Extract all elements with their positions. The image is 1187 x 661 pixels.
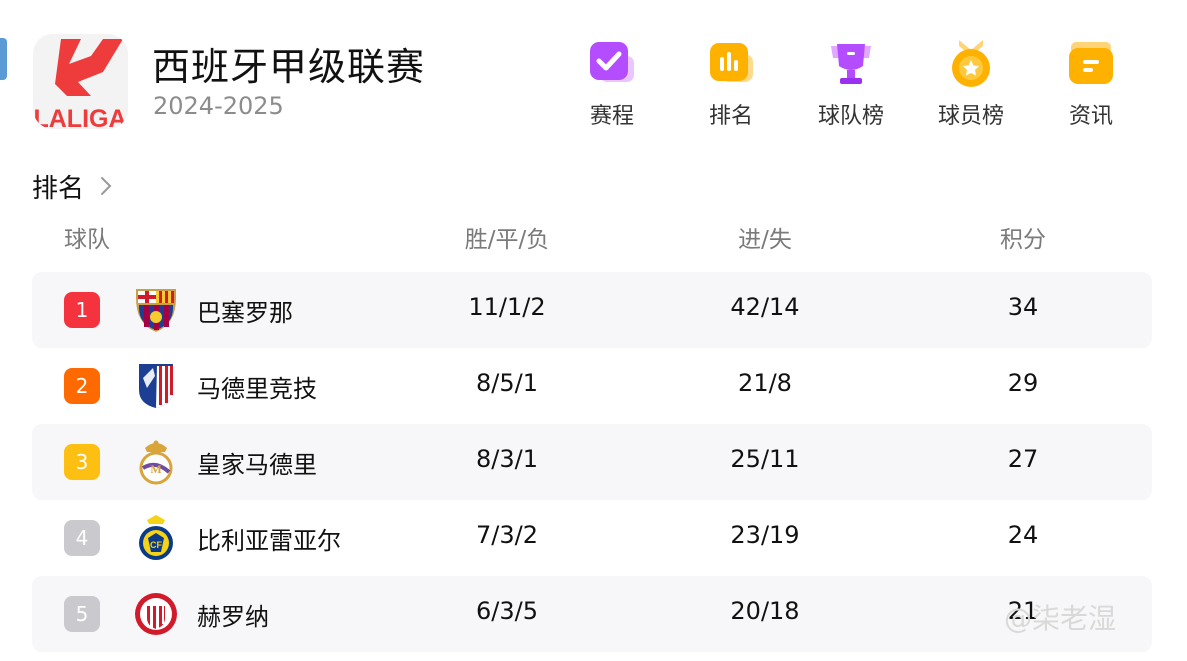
nav-label: 资讯 <box>1068 104 1113 129</box>
svg-text:LALIGA: LALIGA <box>33 105 126 129</box>
atletico-crest-icon <box>139 364 173 408</box>
medal-icon <box>952 40 990 87</box>
record-cell: 11/1/2 <box>468 293 546 321</box>
watermark: @柒老湿 <box>1004 602 1117 635</box>
points-cell: 34 <box>1007 293 1039 321</box>
standings-title[interactable]: 排名 <box>32 168 84 205</box>
svg-text:M: M <box>150 462 161 476</box>
league-season: 2024-2025 <box>153 92 284 120</box>
header-points: 积分 <box>1000 227 1046 253</box>
barcelona-crest-icon <box>136 289 176 332</box>
table-row[interactable]: 5 赫罗纳 6/3/5 20/18 21 <box>32 576 1152 652</box>
points-cell: 29 <box>1007 369 1039 397</box>
goals-cell: 20/18 <box>730 597 800 625</box>
ranking-bars-icon <box>710 43 753 82</box>
table-row[interactable]: 4 CF 比利亚雷亚尔 7/3/2 23/19 24 <box>32 500 1152 576</box>
rank-badge: 2 <box>64 368 100 404</box>
goals-cell: 25/11 <box>730 445 800 473</box>
record-cell: 6/3/5 <box>476 597 538 625</box>
goals-cell: 21/8 <box>738 369 792 397</box>
chevron-right-icon[interactable] <box>98 174 114 198</box>
nav-team-ranking[interactable]: 球队榜 <box>791 38 911 130</box>
nav-label: 排名 <box>708 104 753 129</box>
record-cell: 8/3/1 <box>476 445 538 473</box>
news-folder-icon <box>1069 42 1113 84</box>
points-cell: 27 <box>1007 445 1039 473</box>
goals-cell: 23/19 <box>730 521 800 549</box>
header-goals: 进/失 <box>738 227 792 253</box>
goals-cell: 42/14 <box>730 293 800 321</box>
table-row[interactable]: 1 巴塞罗那 11/1/2 42/14 34 <box>32 272 1152 348</box>
points-cell: 24 <box>1007 521 1039 549</box>
rank-badge: 3 <box>64 444 100 480</box>
league-title: 西班牙甲级联赛 <box>152 45 426 89</box>
svg-text:CF: CF <box>150 540 162 550</box>
team-name: 比利亚雷亚尔 <box>197 527 341 555</box>
nav-player-ranking[interactable]: 球员榜 <box>911 38 1031 130</box>
rank-badge: 5 <box>64 596 100 632</box>
nav-ranking[interactable]: 排名 <box>671 38 791 130</box>
team-name: 皇家马德里 <box>197 451 317 479</box>
villarreal-crest-icon: CF <box>139 515 173 560</box>
left-accent-bar <box>0 38 7 80</box>
record-cell: 8/5/1 <box>476 369 538 397</box>
table-row[interactable]: 3 M 皇家马德里 8/3/1 25/11 27 <box>32 424 1152 500</box>
nav-label: 赛程 <box>589 104 634 129</box>
header-team: 球队 <box>64 227 110 253</box>
girona-crest-icon <box>135 593 177 635</box>
nav-news[interactable]: 资讯 <box>1031 38 1151 130</box>
schedule-check-icon <box>590 42 634 82</box>
team-name: 巴塞罗那 <box>197 299 293 327</box>
nav-label: 球员榜 <box>937 104 1004 129</box>
team-name: 马德里竞技 <box>197 375 317 403</box>
trophy-icon <box>831 44 871 84</box>
nav-label: 球队榜 <box>817 104 884 129</box>
header-record: 胜/平/负 <box>464 227 550 253</box>
table-row[interactable]: 2 马德里竞技 8/5/1 21/8 29 <box>32 348 1152 424</box>
laliga-logo[interactable]: LALIGA <box>33 34 128 129</box>
real-madrid-crest-icon: M <box>139 440 173 485</box>
nav-schedule[interactable]: 赛程 <box>552 38 672 130</box>
team-name: 赫罗纳 <box>197 603 269 631</box>
rank-badge: 4 <box>64 520 100 556</box>
rank-badge: 1 <box>64 292 100 328</box>
record-cell: 7/3/2 <box>476 521 538 549</box>
